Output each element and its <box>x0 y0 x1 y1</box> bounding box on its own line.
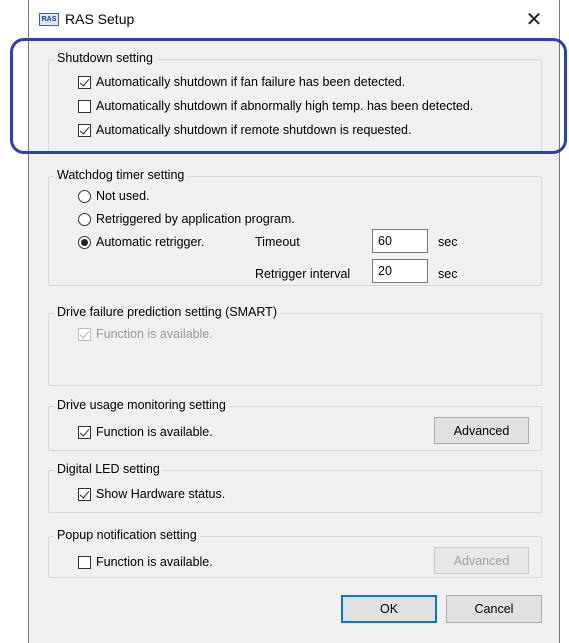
popup-function-checkbox[interactable] <box>78 555 91 569</box>
timeout-label: Timeout <box>255 235 300 249</box>
watchdog-not-used-label: Not used. <box>96 189 150 203</box>
ok-button[interactable]: OK <box>341 595 437 623</box>
title-bar: RAS RAS Setup ✕ <box>29 0 559 40</box>
watchdog-not-used-radio[interactable] <box>78 189 91 203</box>
watchdog-app-retrigger-radio[interactable] <box>78 212 91 226</box>
retrigger-interval-unit: sec <box>438 267 458 281</box>
digital-led-label: Show Hardware status. <box>96 487 226 501</box>
ras-setup-dialog: RAS RAS Setup ✕ Shutdown setting Automat… <box>28 0 560 643</box>
smart-setting-legend: Drive failure prediction setting (SMART) <box>54 305 280 319</box>
watchdog-auto-retrigger-option[interactable]: Automatic retrigger. <box>78 235 204 249</box>
timeout-unit: sec <box>438 235 458 249</box>
retrigger-interval-label: Retrigger interval <box>255 267 351 281</box>
shutdown-remote-option[interactable]: Automatically shutdown if remote shutdow… <box>78 123 411 137</box>
drive-usage-function-label: Function is available. <box>96 425 213 439</box>
watchdog-auto-retrigger-label: Automatic retrigger. <box>96 235 205 249</box>
digital-led-checkbox[interactable] <box>78 487 91 501</box>
shutdown-remote-label: Automatically shutdown if remote shutdow… <box>96 123 412 137</box>
drive-usage-advanced-button[interactable]: Advanced <box>434 417 529 444</box>
cancel-button[interactable]: Cancel <box>446 595 542 623</box>
smart-setting-group: Drive failure prediction setting (SMART)… <box>48 305 542 386</box>
shutdown-fan-failure-option[interactable]: Automatically shutdown if fan failure ha… <box>78 75 405 89</box>
shutdown-fan-failure-label: Automatically shutdown if fan failure ha… <box>96 75 406 89</box>
app-icon: RAS <box>39 13 59 26</box>
popup-function-option[interactable]: Function is available. <box>78 555 213 569</box>
smart-function-checkbox <box>78 327 91 341</box>
shutdown-high-temp-checkbox[interactable] <box>78 99 91 113</box>
timeout-input[interactable] <box>372 229 428 253</box>
shutdown-high-temp-label: Automatically shutdown if abnormally hig… <box>96 99 474 113</box>
retrigger-interval-input[interactable] <box>372 259 428 283</box>
digital-led-setting-legend: Digital LED setting <box>54 462 163 476</box>
shutdown-setting-group: Shutdown setting Automatically shutdown … <box>48 51 542 154</box>
drive-usage-setting-group: Drive usage monitoring setting Function … <box>48 398 542 451</box>
watchdog-auto-retrigger-radio[interactable] <box>78 235 91 249</box>
drive-usage-function-option[interactable]: Function is available. <box>78 425 213 439</box>
shutdown-fan-failure-checkbox[interactable] <box>78 75 91 89</box>
drive-usage-setting-legend: Drive usage monitoring setting <box>54 398 229 412</box>
digital-led-setting-group: Digital LED setting Show Hardware status… <box>48 462 542 513</box>
watchdog-app-retrigger-label: Retriggered by application program. <box>96 212 295 226</box>
popup-function-label: Function is available. <box>96 555 213 569</box>
smart-function-option: Function is available. <box>78 327 213 341</box>
drive-usage-function-checkbox[interactable] <box>78 425 91 439</box>
shutdown-setting-legend: Shutdown setting <box>54 51 156 65</box>
popup-notification-setting-group: Popup notification setting Function is a… <box>48 528 542 578</box>
watchdog-not-used-option[interactable]: Not used. <box>78 189 150 203</box>
digital-led-option[interactable]: Show Hardware status. <box>78 487 225 501</box>
window-title: RAS Setup <box>65 11 135 27</box>
smart-function-label: Function is available. <box>96 327 213 341</box>
popup-notification-setting-legend: Popup notification setting <box>54 528 200 542</box>
shutdown-high-temp-option[interactable]: Automatically shutdown if abnormally hig… <box>78 99 473 113</box>
popup-advanced-button: Advanced <box>434 547 529 574</box>
watchdog-setting-legend: Watchdog timer setting <box>54 168 188 182</box>
watchdog-app-retrigger-option[interactable]: Retriggered by application program. <box>78 212 295 226</box>
close-icon[interactable]: ✕ <box>519 5 549 35</box>
shutdown-remote-checkbox[interactable] <box>78 123 91 137</box>
watchdog-setting-group: Watchdog timer setting Not used. Retrigg… <box>48 168 542 286</box>
